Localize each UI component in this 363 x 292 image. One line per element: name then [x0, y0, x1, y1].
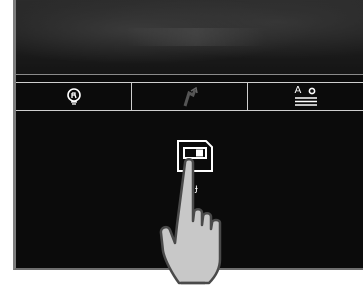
tap-hand-icon [159, 155, 229, 288]
lightbulb-icon [66, 87, 82, 106]
text-settings-button[interactable]: A [248, 83, 363, 110]
text-settings-icon: A [294, 85, 318, 107]
motion-sensor-icon [181, 86, 199, 107]
camera-preview-image [16, 0, 363, 74]
toolbar: A [16, 82, 363, 111]
divider [16, 74, 363, 75]
light-button[interactable] [16, 83, 132, 110]
motion-sensor-button[interactable] [132, 83, 248, 110]
